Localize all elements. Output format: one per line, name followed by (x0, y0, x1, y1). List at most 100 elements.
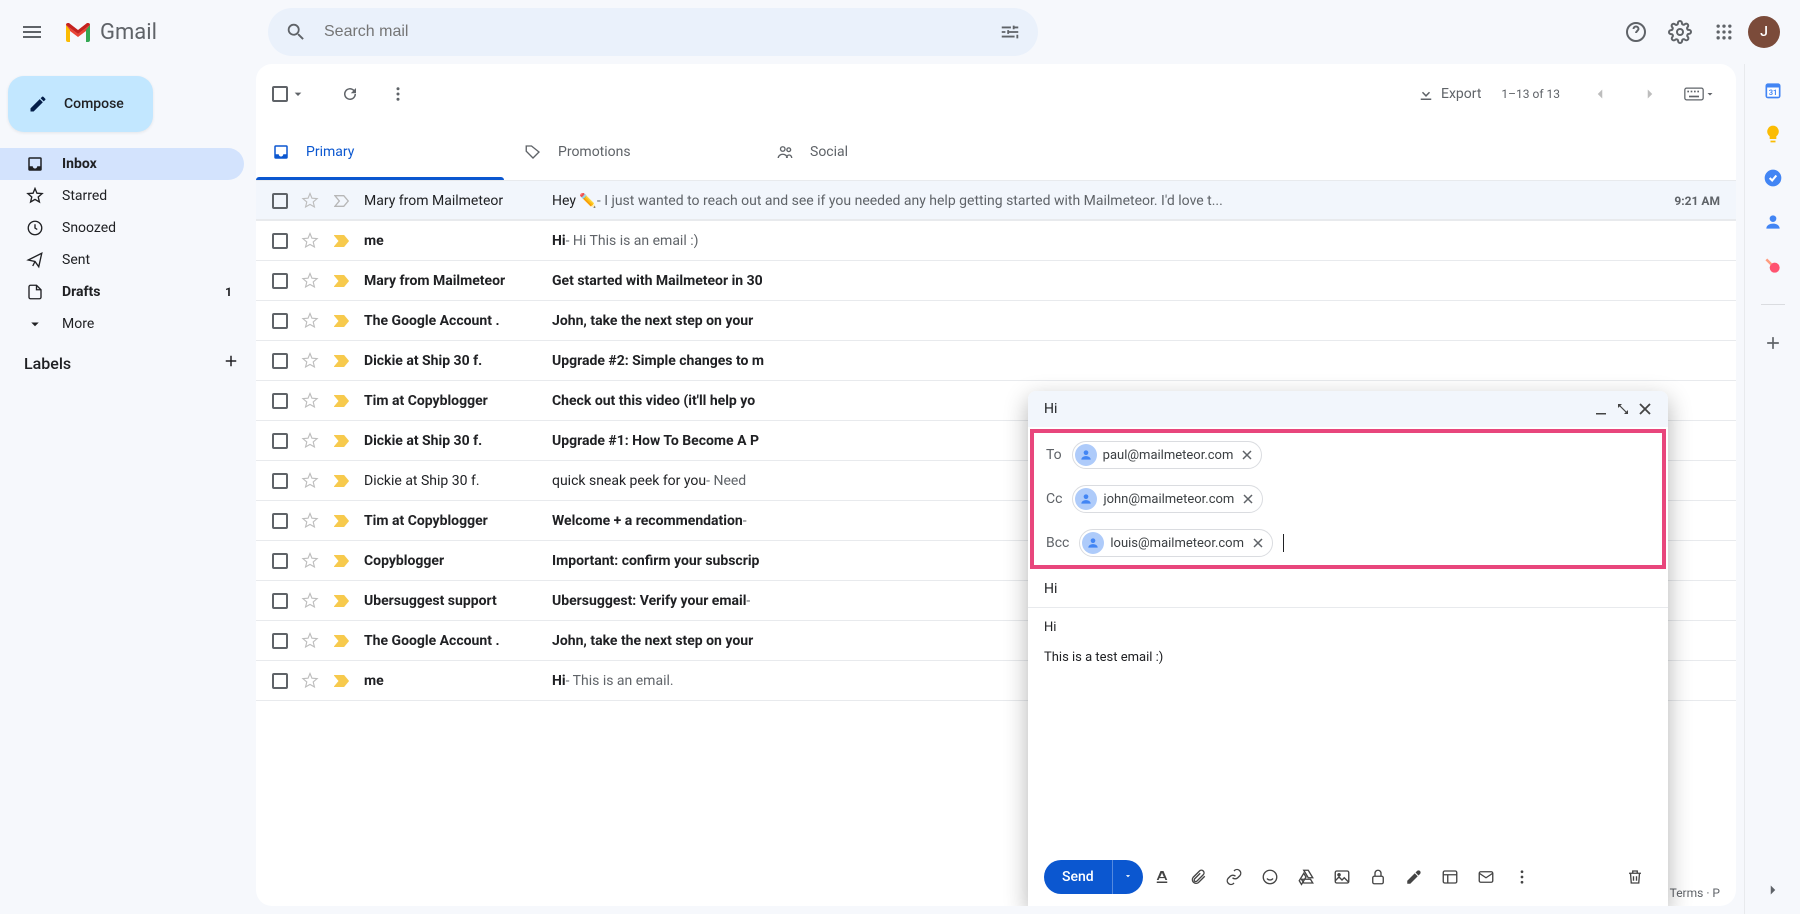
fullscreen-button[interactable] (1616, 402, 1630, 416)
main-menu-button[interactable] (8, 8, 56, 56)
search-input[interactable] (316, 23, 990, 41)
row-checkbox[interactable] (272, 673, 288, 689)
compose-header[interactable]: Hi (1028, 391, 1668, 427)
contacts-app[interactable] (1763, 212, 1783, 232)
importance-button[interactable] (332, 471, 352, 491)
importance-button[interactable] (332, 311, 352, 331)
cc-chip[interactable]: john@mailmeteor.com (1072, 485, 1263, 513)
cc-row[interactable]: Cc john@mailmeteor.com (1034, 477, 1662, 521)
importance-button[interactable] (332, 631, 352, 651)
sidebar-item-snoozed[interactable]: Snoozed (0, 212, 244, 244)
formatting-button[interactable] (1145, 860, 1179, 894)
importance-button[interactable] (332, 191, 352, 211)
row-checkbox[interactable] (272, 273, 288, 289)
tab-primary[interactable]: Primary (256, 124, 508, 180)
bcc-row[interactable]: Bcc louis@mailmeteor.com (1034, 521, 1662, 565)
star-button[interactable] (300, 391, 320, 411)
star-button[interactable] (300, 471, 320, 491)
importance-button[interactable] (332, 591, 352, 611)
importance-button[interactable] (332, 511, 352, 531)
minimize-button[interactable] (1594, 402, 1608, 416)
add-addon-button[interactable] (1763, 333, 1783, 353)
importance-button[interactable] (332, 231, 352, 251)
importance-button[interactable] (332, 431, 352, 451)
star-button[interactable] (300, 311, 320, 331)
star-button[interactable] (300, 271, 320, 291)
row-checkbox[interactable] (272, 433, 288, 449)
tracking-button[interactable] (1469, 860, 1503, 894)
compose-subject[interactable]: Hi (1028, 571, 1668, 608)
link-button[interactable] (1217, 860, 1251, 894)
star-button[interactable] (300, 231, 320, 251)
mailmeteor-button[interactable] (1433, 860, 1467, 894)
send-button[interactable]: Send (1044, 860, 1143, 894)
confidential-button[interactable] (1361, 860, 1395, 894)
settings-button[interactable] (1660, 12, 1700, 52)
to-row[interactable]: To paul@mailmeteor.com (1034, 433, 1662, 477)
image-button[interactable] (1325, 860, 1359, 894)
send-options-button[interactable] (1112, 860, 1143, 894)
tab-promotions[interactable]: Promotions (508, 124, 760, 180)
compose-button[interactable]: Compose (8, 76, 153, 132)
tab-social[interactable]: Social (760, 124, 1012, 180)
row-checkbox[interactable] (272, 633, 288, 649)
star-button[interactable] (300, 671, 320, 691)
search-button[interactable] (276, 12, 316, 52)
next-page-button[interactable] (1630, 74, 1670, 114)
star-button[interactable] (300, 591, 320, 611)
sidebar-item-inbox[interactable]: Inbox (0, 148, 244, 180)
mail-row[interactable]: Mary from Mailmeteor Get started with Ma… (256, 261, 1736, 301)
row-checkbox[interactable] (272, 313, 288, 329)
support-button[interactable] (1616, 12, 1656, 52)
emoji-button[interactable] (1253, 860, 1287, 894)
attach-button[interactable] (1181, 860, 1215, 894)
tasks-app[interactable] (1763, 168, 1783, 188)
apps-button[interactable] (1704, 12, 1744, 52)
sidebar-item-more[interactable]: More (0, 308, 244, 340)
input-tools-button[interactable] (1680, 74, 1720, 114)
importance-button[interactable] (332, 351, 352, 371)
remove-cc-chip[interactable] (1240, 491, 1256, 507)
row-checkbox[interactable] (272, 353, 288, 369)
star-button[interactable] (300, 551, 320, 571)
star-button[interactable] (300, 511, 320, 531)
row-checkbox[interactable] (272, 593, 288, 609)
export-button[interactable]: Export (1417, 85, 1481, 103)
mail-row[interactable]: The Google Account . John, take the next… (256, 301, 1736, 341)
importance-button[interactable] (332, 271, 352, 291)
bcc-chip[interactable]: louis@mailmeteor.com (1079, 529, 1273, 557)
more-button[interactable] (378, 74, 418, 114)
more-options-button[interactable] (1505, 860, 1539, 894)
select-all-checkbox[interactable] (272, 86, 288, 102)
importance-button[interactable] (332, 671, 352, 691)
star-button[interactable] (300, 351, 320, 371)
row-checkbox[interactable] (272, 393, 288, 409)
remove-bcc-chip[interactable] (1250, 535, 1266, 551)
calendar-app[interactable]: 31 (1763, 80, 1783, 100)
mailmeteor-app[interactable] (1763, 256, 1783, 276)
row-checkbox[interactable] (272, 513, 288, 529)
row-checkbox[interactable] (272, 553, 288, 569)
search-options-button[interactable] (990, 12, 1030, 52)
compose-body[interactable]: Hi This is a test email :) (1028, 608, 1668, 848)
account-avatar[interactable]: J (1748, 16, 1780, 48)
star-button[interactable] (300, 631, 320, 651)
importance-button[interactable] (332, 391, 352, 411)
drive-button[interactable] (1289, 860, 1323, 894)
remove-to-chip[interactable] (1239, 447, 1255, 463)
to-chip[interactable]: paul@mailmeteor.com (1072, 441, 1263, 469)
keep-app[interactable] (1763, 124, 1783, 144)
row-checkbox[interactable] (272, 473, 288, 489)
row-checkbox[interactable] (272, 233, 288, 249)
mail-row[interactable]: me Hi - Hi This is an email :) (256, 221, 1736, 261)
close-compose-button[interactable] (1638, 402, 1652, 416)
terms-text[interactable]: Terms · P (1670, 886, 1720, 900)
prev-page-button[interactable] (1580, 74, 1620, 114)
star-button[interactable] (300, 431, 320, 451)
mail-row[interactable]: Mary from Mailmeteor Hey ✏️ - I just wan… (256, 181, 1736, 221)
hide-side-panel[interactable] (1761, 878, 1785, 902)
sidebar-item-sent[interactable]: Sent (0, 244, 244, 276)
signature-button[interactable] (1397, 860, 1431, 894)
row-checkbox[interactable] (272, 193, 288, 209)
refresh-button[interactable] (330, 74, 370, 114)
